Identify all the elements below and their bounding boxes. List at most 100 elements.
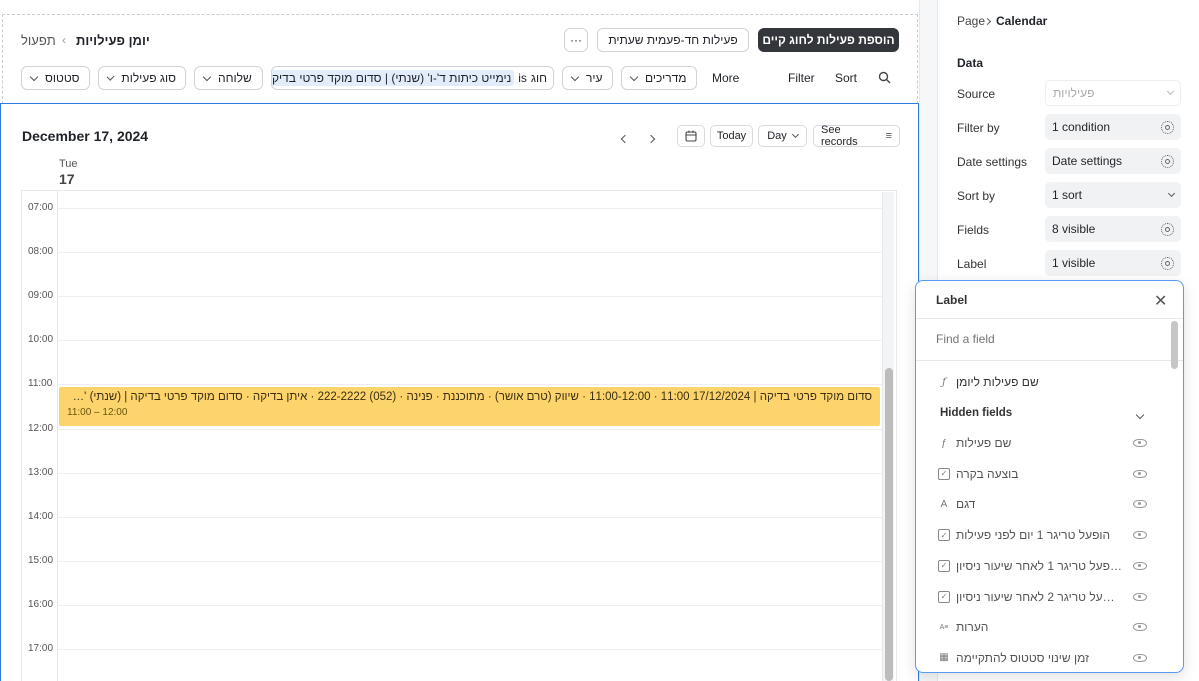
label-field[interactable]: 1 visible <box>1045 250 1181 276</box>
filter-by-label: Filter by <box>957 121 1000 135</box>
more-actions-button[interactable]: ··· <box>564 28 588 52</box>
gear-icon[interactable] <box>1161 256 1174 270</box>
eye-icon[interactable] <box>1133 561 1147 570</box>
hidden-field-label: זמן שינוי סטטוס להתקיימה <box>956 650 1090 665</box>
fields-label: Fields <box>957 223 990 237</box>
filter-chip-value: נימייט כיתות ד'-ו' (שנתי) | סדום מוקד פר… <box>272 70 515 86</box>
hidden-field-item[interactable]: ✓ בוצעה בקרה <box>938 464 1150 484</box>
hour-label: 17:00 <box>28 643 54 654</box>
hidden-fields-title: Hidden fields <box>940 407 1013 419</box>
chevron-down-icon <box>106 72 115 81</box>
hidden-field-item[interactable]: ✓ …פעל טריגר 1 לאחר שיעור ניסיון <box>938 556 1150 576</box>
hidden-field-label: …פעל טריגר 1 לאחר שיעור ניסיון <box>956 558 1122 573</box>
label-label: Label <box>957 257 987 271</box>
filter-branch-label: שלוחה <box>218 71 252 85</box>
hour-label: 16:00 <box>28 598 54 610</box>
visible-field-item[interactable]: ƒ שם פעילות ליומן <box>938 372 1150 392</box>
next-day-button[interactable] <box>646 131 656 145</box>
add-activity-button[interactable]: הוספת פעילות לחוג קיים <box>758 28 899 52</box>
hour-line <box>58 340 894 342</box>
see-records-button[interactable]: See records ≡ <box>813 124 900 148</box>
grid-scrollbar-thumb[interactable] <box>885 368 893 681</box>
hidden-fields-toggle[interactable] <box>1135 407 1145 421</box>
hidden-field-item[interactable]: ✓ הופעל טריגר 1 יום לפני פעילות <box>938 525 1150 545</box>
hour-line <box>58 472 894 474</box>
search-icon[interactable] <box>878 71 891 84</box>
filter-by-value: 1 condition <box>1052 120 1111 134</box>
day-grid[interactable]: 07:00 08:00 09:00 10:00 11:00 12:00 13:00 14:00… <box>21 190 897 681</box>
label-popover: Label ✕ ƒ שם פעילות ליומן Hidden fields … <box>915 280 1184 673</box>
source-value: פעילויות <box>1053 86 1095 100</box>
eye-icon[interactable] <box>1133 592 1147 601</box>
formula-icon: ƒ <box>941 437 947 449</box>
breadcrumb-parent[interactable]: תפעול <box>21 33 56 48</box>
see-records-label: See records <box>821 124 858 148</box>
checkbox-icon: ✓ <box>938 590 950 603</box>
eye-icon[interactable] <box>1133 653 1147 662</box>
sort-by-label: Sort by <box>957 189 996 203</box>
hidden-field-item[interactable]: A≡ הערות <box>938 617 1150 637</box>
filter-instructors-button[interactable]: מדריכים <box>621 66 697 90</box>
list-icon: ≡ <box>885 130 892 142</box>
hidden-field-item[interactable]: ▦ זמן שינוי סטטוס להתקיימה <box>938 648 1150 668</box>
fields-field[interactable]: 8 visible <box>1045 216 1181 242</box>
prev-day-button[interactable] <box>620 131 630 145</box>
divider <box>916 318 1183 319</box>
hidden-field-label: הופעל טריגר 1 יום לפני פעילות <box>956 528 1111 543</box>
date-settings-value: Date settings <box>1052 154 1123 168</box>
filter-instructors-label: מדריכים <box>645 71 687 85</box>
event-time: 11:00 – 12:00 <box>67 407 128 418</box>
sort-button[interactable]: Sort <box>835 71 857 85</box>
calendar-date-title: December 17, 2024 <box>22 128 149 144</box>
gear-icon[interactable] <box>1161 222 1174 236</box>
chevron-down-icon <box>1166 87 1175 96</box>
close-icon[interactable]: ✕ <box>1154 291 1167 311</box>
add-hourly-activity-button[interactable]: פעילות חד-פעמית שעתית <box>597 28 749 52</box>
eye-icon[interactable] <box>1133 531 1147 540</box>
filter-chip-operator: is <box>518 71 527 85</box>
filter-city-button[interactable]: עיר <box>562 66 613 90</box>
filter-activity-type-label: סוג פעילות <box>121 71 176 85</box>
hour-line <box>58 604 894 606</box>
eye-icon[interactable] <box>1133 469 1147 478</box>
filter-by-field[interactable]: 1 condition <box>1045 114 1181 140</box>
more-button[interactable]: More <box>712 71 739 85</box>
hidden-field-label: הערות <box>956 620 989 635</box>
breadcrumb-separator-icon: ‹ <box>62 33 66 47</box>
filter-branch-button[interactable]: שלוחה <box>194 66 263 90</box>
hour-line <box>58 296 894 298</box>
label-value: 1 visible <box>1052 256 1096 270</box>
find-field-input[interactable] <box>936 332 1146 346</box>
sort-by-field[interactable]: 1 sort <box>1045 182 1181 208</box>
eye-icon[interactable] <box>1133 439 1147 447</box>
hidden-field-item[interactable]: ƒ שם פעילות <box>938 433 1150 453</box>
hidden-field-item[interactable]: A דגם <box>938 494 1150 514</box>
visible-field-label: שם פעילות ליומן <box>956 375 1039 389</box>
date-picker-button[interactable] <box>677 125 705 147</box>
filter-status-button[interactable]: סטטוס <box>21 66 90 90</box>
view-selector[interactable]: Day <box>758 125 807 147</box>
filter-activity-type-button[interactable]: סוג פעילות <box>98 66 186 90</box>
chevron-down-icon <box>570 72 580 81</box>
gear-icon[interactable] <box>1161 120 1174 134</box>
hour-label: 13:00 <box>28 466 54 478</box>
popover-scrollbar-thumb[interactable] <box>1171 321 1178 369</box>
today-button[interactable]: Today <box>710 125 753 147</box>
calendar-event[interactable]: סדום מוקד פרטי בדיקה | 17/12/2024 11:00 … <box>59 387 880 426</box>
filter-chip-class[interactable]: חוג is נימייט כיתות ד'-ו' (שנתי) | סדום … <box>271 66 554 90</box>
sort-by-value: 1 sort <box>1052 188 1083 202</box>
filter-button[interactable]: Filter <box>788 71 815 85</box>
checkbox-icon: ✓ <box>938 529 950 542</box>
source-select[interactable]: פעילויות <box>1045 80 1181 106</box>
eye-icon[interactable] <box>1133 623 1147 632</box>
hour-line <box>58 252 894 254</box>
panel-breadcrumb-parent[interactable]: Page <box>957 14 985 28</box>
checkbox-icon: ✓ <box>938 559 950 572</box>
gear-icon[interactable] <box>1161 154 1174 168</box>
panel-section-title: Data <box>957 56 984 70</box>
time-gutter-divider <box>57 191 58 681</box>
hidden-field-item[interactable]: ✓ …על טריגר 2 לאחר שיעור ניסיון <box>938 587 1150 607</box>
date-settings-field[interactable]: Date settings <box>1045 148 1181 174</box>
panel-breadcrumb-current: Calendar <box>996 14 1048 28</box>
hour-line <box>58 516 894 518</box>
